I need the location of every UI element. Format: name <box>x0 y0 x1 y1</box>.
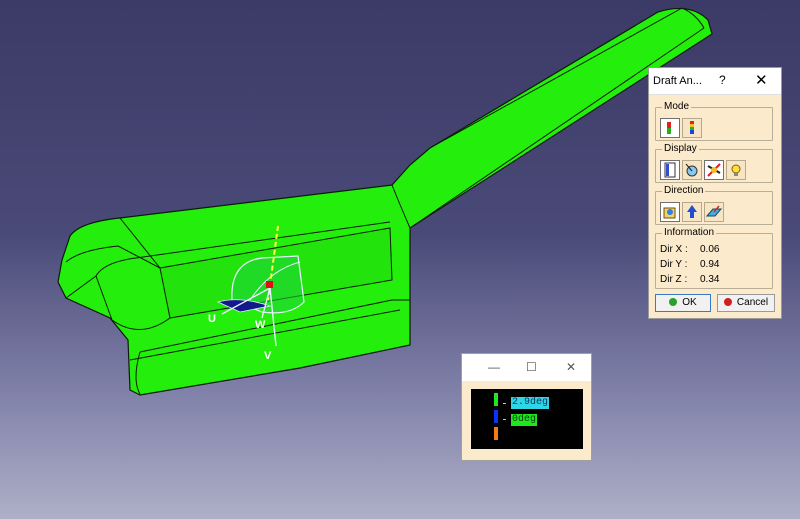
direction-group: Direction <box>655 185 773 225</box>
axis-v-label: V <box>264 350 272 362</box>
lighting-icon <box>707 163 721 177</box>
legend-value-1[interactable]: 2.9deg <box>511 397 550 409</box>
dialog-titlebar[interactable]: Draft An... ? ✕ <box>649 68 781 95</box>
green-swatch <box>494 393 498 406</box>
display-label: Display <box>662 143 699 154</box>
information-label: Information <box>662 227 717 238</box>
legend-titlebar[interactable]: — ☐ ✕ <box>462 354 591 381</box>
direction-label: Direction <box>662 185 706 196</box>
light-bulb-button[interactable] <box>726 160 746 180</box>
cancel-icon <box>723 298 732 307</box>
plane-direction-button[interactable] <box>704 202 724 222</box>
compass-direction-button[interactable] <box>660 202 680 222</box>
dialog-title: Draft An... <box>653 75 702 87</box>
dir-x-label: Dir X : <box>660 244 688 255</box>
light-bulb-icon <box>731 164 741 176</box>
dir-y-label: Dir Y : <box>660 259 688 270</box>
normal-lighting-button[interactable] <box>704 160 724 180</box>
help-button[interactable]: ? <box>719 73 726 87</box>
dir-z-value: 0.34 <box>700 274 720 285</box>
dir-z-label: Dir Z : <box>660 274 688 285</box>
on-the-fly-icon <box>685 163 698 177</box>
minimize-button[interactable]: — <box>488 360 500 374</box>
ok-label: OK <box>682 297 697 308</box>
quick-mode-button[interactable] <box>660 118 680 138</box>
legend-tick-2 <box>503 419 506 420</box>
axis-u-label: U <box>208 313 216 325</box>
orange-swatch <box>494 427 498 440</box>
color-scale-panel: 2.9deg 0deg <box>471 389 583 449</box>
dir-x-value: 0.06 <box>700 244 720 255</box>
color-scale-button[interactable] <box>660 160 680 180</box>
close-button[interactable]: ✕ <box>755 71 768 89</box>
legend-value-2[interactable]: 0deg <box>511 414 538 426</box>
compass-icon <box>663 207 676 219</box>
color-scale-icon <box>664 162 676 178</box>
full-mode-icon <box>690 121 694 134</box>
maximize-button[interactable]: ☐ <box>526 360 537 374</box>
blue-swatch <box>494 410 498 423</box>
on-the-fly-button[interactable] <box>682 160 702 180</box>
full-mode-button[interactable] <box>682 118 702 138</box>
dir-z-row: Dir Z : 0.34 <box>660 274 719 285</box>
legend-tick <box>503 403 506 404</box>
cancel-button[interactable]: Cancel <box>717 294 775 312</box>
draft-analysis-dialog: Draft An... ? ✕ Mode Display Direction I… <box>648 67 782 319</box>
mode-label: Mode <box>662 101 692 112</box>
plane-icon <box>705 205 723 217</box>
dir-y-value: 0.94 <box>700 259 720 270</box>
mode-group: Mode <box>655 101 773 141</box>
color-scale-window: — ☐ ✕ 2.9deg 0deg <box>461 353 592 461</box>
cancel-label: Cancel <box>736 297 769 308</box>
direction-arrow-icon <box>687 205 697 218</box>
ok-icon <box>669 298 678 307</box>
dir-y-row: Dir Y : 0.94 <box>660 259 719 270</box>
display-group: Display <box>655 143 773 183</box>
information-group: Information Dir X : 0.06 Dir Y : 0.94 Di… <box>655 227 773 289</box>
lock-direction-button[interactable] <box>682 202 702 222</box>
part-body[interactable] <box>57 7 713 396</box>
legend-close-button[interactable]: ✕ <box>566 360 576 374</box>
quick-mode-icon <box>667 122 671 134</box>
dir-x-row: Dir X : 0.06 <box>660 244 719 255</box>
axis-w-label: W <box>255 319 266 331</box>
ok-button[interactable]: OK <box>655 294 711 312</box>
